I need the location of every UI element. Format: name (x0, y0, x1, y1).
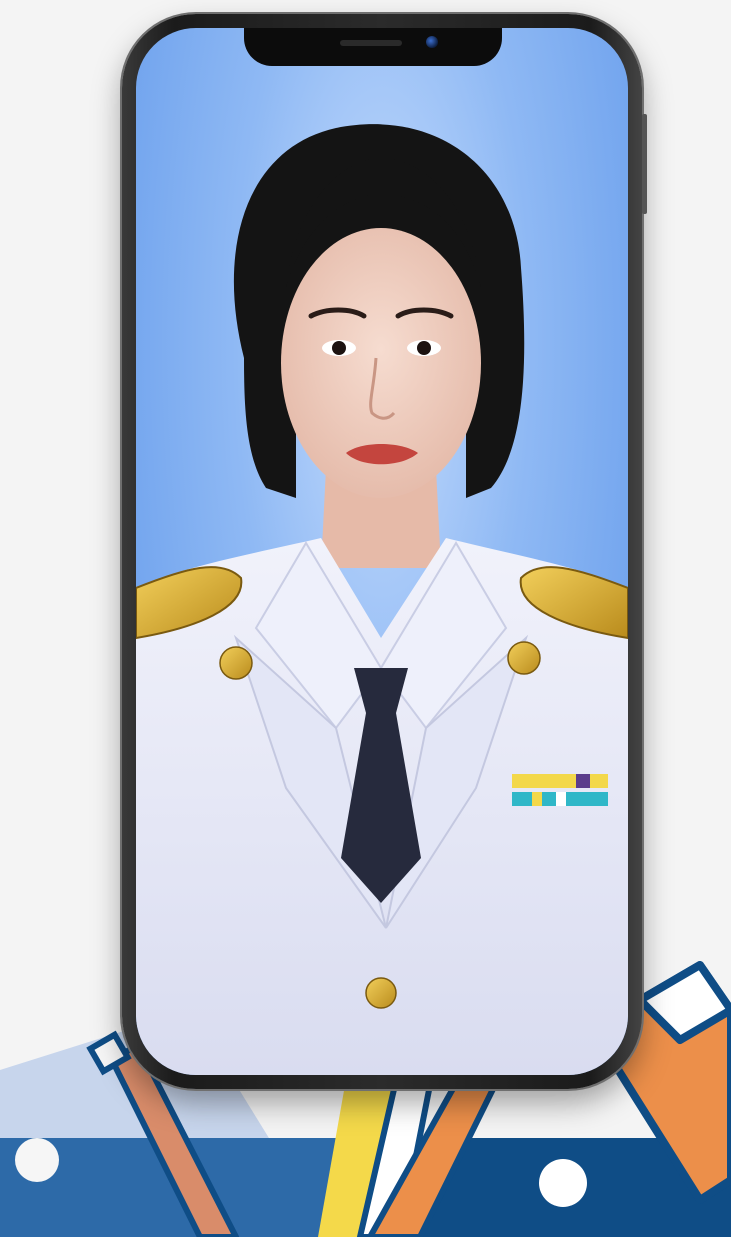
phone-notch (244, 28, 502, 66)
jacket-button (365, 977, 397, 1009)
front-camera-icon (426, 36, 438, 48)
scene (0, 0, 731, 1237)
speaker-icon (340, 40, 402, 46)
phone-side-button (642, 114, 647, 214)
white-dot-left (15, 1138, 59, 1182)
white-dot-right (539, 1159, 587, 1207)
phone-screen (136, 28, 628, 1075)
portrait-photo (136, 124, 628, 1075)
right-collar-insignia (507, 641, 541, 675)
left-collar-insignia (219, 646, 253, 680)
phone-mockup (122, 14, 647, 1089)
